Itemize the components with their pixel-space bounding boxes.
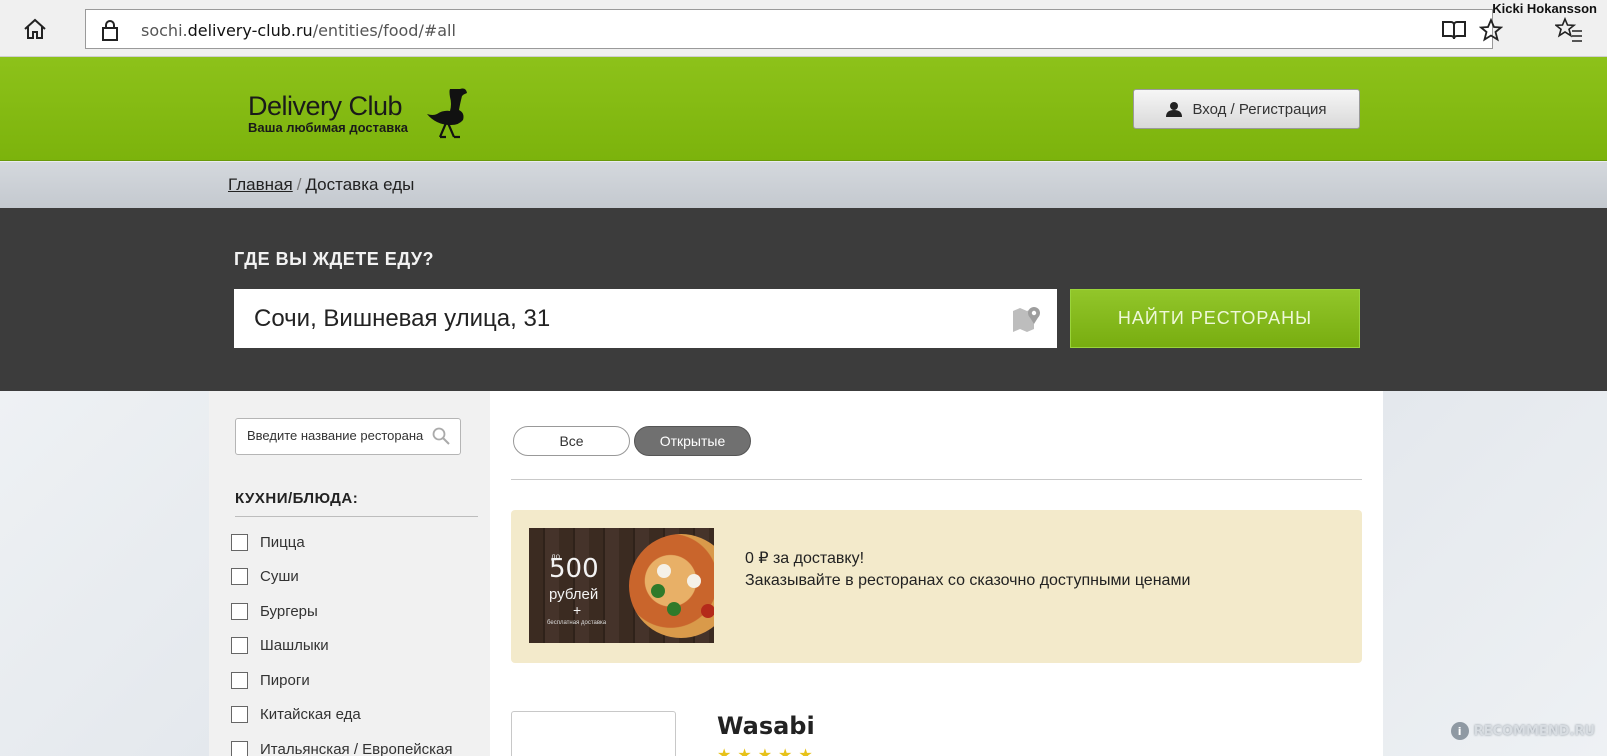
promo-description: Заказывайте в ресторанах со сказочно дос… [745,572,1191,589]
checkbox[interactable] [231,706,248,724]
checkbox[interactable] [231,533,248,551]
restaurant-list-panel: Все Открытые до 500 рублей + бесплатная … [490,391,1383,756]
restaurant-rating-stars: ★★★★★ [717,747,819,756]
lock-icon [102,20,118,41]
address-input[interactable]: Сочи, Вишневая улица, 31 [234,289,1057,348]
cuisine-label: Пироги [260,671,310,689]
location-heading: ГДЕ ВЫ ЖДЕТЕ ЕДУ? [234,249,435,269]
breadcrumb-current: Доставка еды [305,175,415,194]
cuisine-label: Пицца [260,533,305,551]
tab-open-now[interactable]: Открытые [634,426,751,456]
home-button[interactable] [20,15,50,43]
checkbox[interactable] [231,740,248,756]
reading-view-icon[interactable] [1441,19,1467,41]
promo-image-plus: + [573,602,582,618]
browser-toolbar: sochi.delivery-club.ru/entities/food/#al… [0,0,1607,57]
favorites-hub-icon[interactable] [1555,17,1583,43]
profile-name: Kicki Hokansson [1492,1,1597,16]
watermark: i RECOMMEND.RU [1450,722,1595,740]
url-text: sochi.delivery-club.ru/entities/food/#al… [141,21,456,40]
cuisine-filter-chinese[interactable]: Китайская еда [231,698,453,733]
cuisine-filter-burgers[interactable]: Бургеры [231,594,453,629]
breadcrumb-separator: / [296,175,302,194]
promo-title: 0 ₽ за доставку! [745,550,865,567]
tab-all[interactable]: Все [513,426,630,456]
location-search-section: ГДЕ ВЫ ЖДЕТЕ ЕДУ? Сочи, Вишневая улица, … [0,208,1607,391]
breadcrumb-bar: Главная / Доставка еды [0,162,1607,208]
promo-image-currency: рублей [549,586,599,603]
logo-subtitle: Ваша любимая доставка [248,120,408,135]
promo-image-amount: 500 [549,554,599,584]
login-register-label: Вход / Регистрация [1192,100,1327,118]
cuisine-filter-pies[interactable]: Пироги [231,663,453,698]
cuisine-filter-shashlik[interactable]: Шашлыки [231,629,453,664]
address-bar[interactable]: sochi.delivery-club.ru/entities/food/#al… [85,9,1503,49]
cuisine-filter-pizza[interactable]: Пицца [231,525,453,560]
ostrich-icon [427,88,467,139]
favorite-star-icon[interactable] [1479,18,1503,42]
watermark-badge: i [1450,722,1469,740]
divider [235,516,478,517]
restaurant-search-field[interactable] [235,418,461,455]
divider [511,479,1362,480]
site-header: Delivery Club Ваша любимая доставка Вход… [0,57,1607,161]
find-restaurants-button[interactable]: НАЙТИ РЕСТОРАНЫ [1070,289,1360,348]
logo-title: Delivery Club [248,91,403,121]
cuisine-label: Бургеры [260,602,318,620]
breadcrumb-home-link[interactable]: Главная [228,175,293,194]
user-icon [1166,102,1183,117]
search-icon[interactable] [432,427,450,445]
cuisine-label: Итальянская / Европейская [260,740,453,756]
promo-banner[interactable]: до 500 рублей + бесплатная доставка 0 ₽ … [511,510,1362,663]
checkbox[interactable] [231,602,248,620]
cuisine-label: Суши [260,568,299,586]
checkbox[interactable] [231,671,248,689]
cuisine-label: Китайская еда [260,706,361,724]
cuisine-filter-sushi[interactable]: Суши [231,560,453,595]
promo-image-caption: бесплатная доставка [547,620,607,626]
cuisines-heading: КУХНИ/БЛЮДА: [235,490,359,507]
checkbox[interactable] [231,568,248,586]
breadcrumb: Главная / Доставка еды [228,175,414,195]
checkbox[interactable] [231,637,248,655]
login-register-button[interactable]: Вход / Регистрация [1133,89,1360,129]
restaurant-logo[interactable] [511,711,676,756]
restaurant-name[interactable]: Wasabi [717,712,815,740]
site-logo[interactable]: Delivery Club Ваша любимая доставка [248,91,408,135]
watermark-text: RECOMMEND.RU [1473,723,1595,739]
home-icon [24,18,46,39]
map-pin-icon[interactable] [1011,305,1041,333]
cuisine-filter-italian-european[interactable]: Итальянская / Европейская [231,732,453,756]
promo-image: до 500 рублей + бесплатная доставка [529,528,714,643]
address-value: Сочи, Вишневая улица, 31 [254,305,551,332]
filter-sidebar: КУХНИ/БЛЮДА: Пицца Суши Бургеры Шашлыки … [209,391,490,756]
cuisine-label: Шашлыки [260,637,329,655]
cuisine-list: Пицца Суши Бургеры Шашлыки Пироги Китайс… [231,525,453,756]
restaurant-search-input[interactable] [247,428,427,443]
